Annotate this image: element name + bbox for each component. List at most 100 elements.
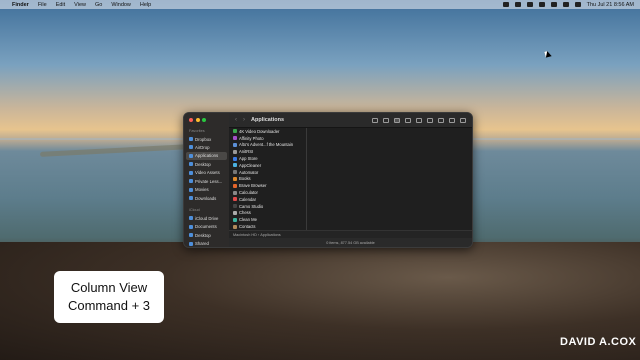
app-label: App Store — [239, 156, 258, 162]
gallery-view-button[interactable] — [405, 117, 411, 123]
caption-line-1: Column View — [70, 280, 148, 295]
sidebar-item-video-assets[interactable]: Video Assets — [186, 169, 227, 177]
list-item[interactable]: Automator — [229, 169, 306, 176]
menu-bar: Finder File Edit View Go Window Help Thu… — [0, 0, 640, 9]
app-icon — [233, 142, 237, 147]
app-label: 4K Video Downloader — [239, 128, 280, 134]
list-item[interactable]: Camo Studio — [229, 203, 306, 210]
control-center-icon[interactable] — [574, 2, 581, 7]
search-icon[interactable] — [562, 2, 569, 7]
sidebar-header-favorites: Favorites — [189, 129, 205, 133]
sidebar-item-shared[interactable]: Shared — [186, 240, 227, 248]
menu-window[interactable]: Window — [111, 2, 131, 8]
list-item[interactable]: Contacts — [229, 223, 306, 230]
sidebar-item-documents[interactable]: Documents — [186, 223, 227, 231]
finder-toolbar: ‹ › Applications — [229, 113, 472, 128]
search-icon[interactable] — [460, 117, 466, 123]
app-icon — [233, 224, 237, 229]
window-title: Applications — [251, 117, 285, 123]
sidebar-item-downloads[interactable]: Downloads — [186, 194, 227, 202]
menu-file[interactable]: File — [38, 2, 47, 8]
sidebar-header-icloud: iCloud — [189, 208, 200, 212]
app-icon — [233, 183, 237, 188]
battery-icon[interactable] — [538, 2, 545, 7]
window-controls — [189, 118, 206, 122]
sidebar-item-desktop[interactable]: Desktop — [186, 160, 227, 168]
app-label: Alto's Advent...f the Mountain — [239, 142, 294, 148]
more-actions-icon[interactable] — [449, 117, 455, 123]
path-item-applications[interactable]: Applications — [260, 233, 280, 237]
back-icon[interactable]: ‹ — [235, 117, 237, 123]
sidebar-item-private-lessons[interactable]: Private Less... — [186, 177, 227, 185]
tag-icon[interactable] — [438, 117, 444, 123]
list-item[interactable]: Alto's Advent...f the Mountain — [229, 142, 306, 149]
group-button[interactable] — [416, 117, 422, 123]
close-button[interactable] — [189, 118, 193, 122]
app-icon — [233, 149, 237, 154]
airdrop-icon — [189, 145, 193, 149]
path-item-disk[interactable]: Macintosh HD — [233, 233, 257, 237]
sandbar — [39, 144, 191, 157]
forward-icon[interactable]: › — [243, 117, 245, 123]
app-icon — [233, 129, 237, 134]
document-icon — [189, 224, 193, 229]
list-item[interactable]: Calculator — [229, 189, 306, 196]
share-icon[interactable] — [427, 117, 433, 123]
list-item[interactable]: App Store — [229, 155, 306, 162]
app-icon — [233, 204, 237, 209]
app-label: Camo Studio — [239, 203, 264, 209]
sidebar-item-airdrop[interactable]: AirDrop — [186, 143, 227, 151]
sidebar-item-applications[interactable]: Applications — [186, 151, 227, 160]
app-label: Automator — [239, 169, 259, 175]
app-label: AppCleaner — [239, 162, 262, 168]
sidebar-item-dropbox[interactable]: Dropbox — [186, 135, 227, 143]
wifi-icon[interactable] — [550, 2, 557, 7]
list-item[interactable]: Chess — [229, 210, 306, 217]
list-item[interactable]: 4K Video Downloader — [229, 128, 306, 135]
sidebar-item-icloud-drive[interactable]: iCloud Drive — [186, 214, 227, 222]
app-icon — [233, 190, 237, 195]
app-label: Affinity Photo — [239, 135, 264, 141]
folder-icon — [189, 179, 193, 183]
minimize-button[interactable] — [195, 118, 200, 122]
status-icon[interactable] — [526, 2, 533, 7]
sidebar-item-icloud-desktop[interactable]: Desktop — [186, 231, 227, 239]
desktop-icon — [189, 233, 193, 237]
menu-help[interactable]: Help — [140, 2, 151, 8]
sidebar-item-movies[interactable]: Movies — [186, 186, 227, 194]
column-view-button[interactable] — [394, 117, 400, 123]
list-item[interactable]: Clean Me — [229, 216, 306, 223]
shortcut-caption: Column View Command + 3 — [54, 271, 164, 323]
list-item[interactable]: Affinity Photo — [229, 135, 306, 142]
status-icon[interactable] — [502, 2, 509, 7]
list-item[interactable]: AppCleaner — [229, 162, 306, 169]
app-icon — [233, 156, 237, 161]
menu-view[interactable]: View — [74, 2, 86, 8]
desktop-icon — [189, 162, 193, 166]
status-icon[interactable] — [514, 2, 521, 7]
app-label: Calculator — [239, 190, 258, 196]
app-label: Brave Browser — [239, 183, 267, 189]
icon-view-button[interactable] — [372, 117, 378, 123]
list-item[interactable]: Books — [229, 176, 306, 183]
zoom-button[interactable] — [202, 118, 206, 122]
app-icon — [233, 170, 237, 175]
applications-column: 4K Video Downloader Affinity Photo Alto's … — [229, 128, 307, 234]
menu-go[interactable]: Go — [95, 2, 102, 8]
app-label: Clean Me — [239, 217, 257, 223]
list-view-button[interactable] — [383, 117, 389, 123]
download-icon — [189, 196, 193, 200]
app-label: Calendar — [239, 196, 256, 202]
menu-finder[interactable]: Finder — [12, 2, 29, 8]
app-icon — [233, 163, 237, 168]
shared-folder-icon — [189, 241, 193, 246]
app-icon — [233, 176, 237, 181]
menu-edit[interactable]: Edit — [56, 2, 65, 8]
menu-clock[interactable]: Thu Jul 21 8:56 AM — [587, 2, 634, 8]
list-item[interactable]: Calendar — [229, 196, 306, 203]
app-icon — [233, 136, 237, 141]
finder-window: Favorites Dropbox AirDrop Applications D… — [183, 112, 473, 248]
list-item[interactable]: AnitRSI — [229, 148, 306, 155]
app-icon — [233, 217, 237, 222]
list-item[interactable]: Brave Browser — [229, 182, 306, 189]
